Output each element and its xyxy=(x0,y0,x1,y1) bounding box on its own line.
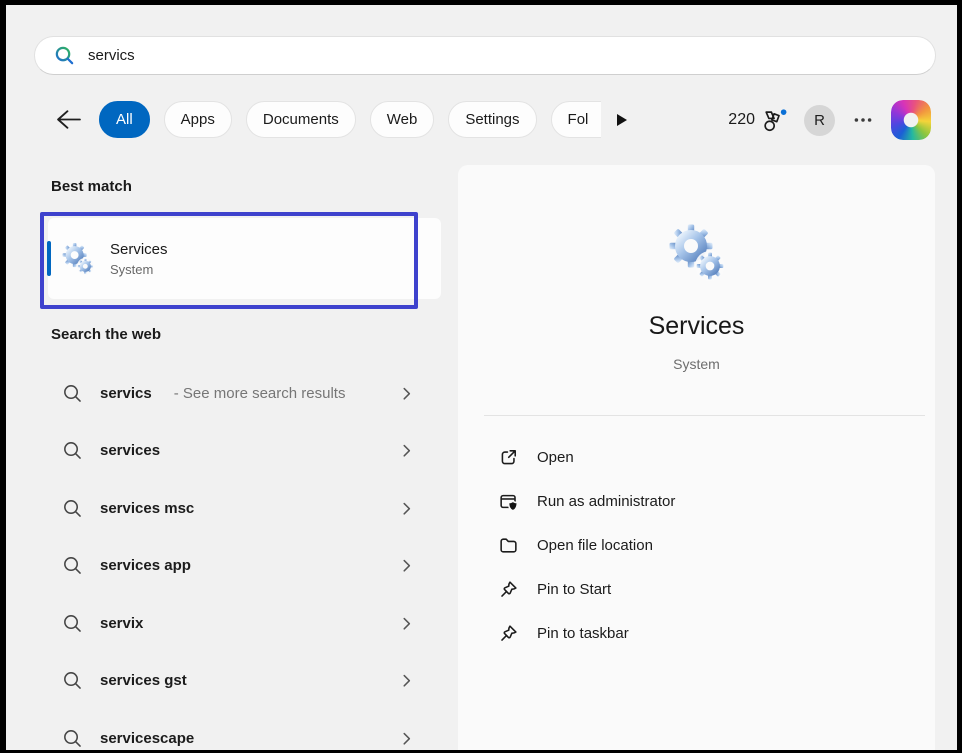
open-icon xyxy=(498,447,519,468)
tab-apps[interactable]: Apps xyxy=(164,101,232,138)
more-options-icon[interactable] xyxy=(852,109,874,131)
best-match-subtitle: System xyxy=(110,262,168,277)
action-pin-to-taskbar[interactable]: Pin to taskbar xyxy=(484,611,914,655)
web-suggestion-list: servics - See more search results servic… xyxy=(50,369,418,750)
web-suggestion-row[interactable]: servicescape xyxy=(50,714,418,750)
web-suggestion-row[interactable]: services app xyxy=(50,542,418,590)
account-avatar[interactable]: R xyxy=(804,105,835,136)
search-outline-icon xyxy=(62,728,83,749)
copilot-icon[interactable] xyxy=(891,100,931,140)
tab-documents[interactable]: Documents xyxy=(246,101,356,138)
chevron-right-icon xyxy=(397,614,416,633)
filter-bar: All Apps Documents Web Settings Fol xyxy=(55,101,629,138)
search-query-text: servics xyxy=(88,47,135,64)
search-outline-icon xyxy=(62,383,83,404)
back-arrow-icon xyxy=(55,108,82,131)
services-gears-icon-large xyxy=(665,221,729,285)
tab-settings[interactable]: Settings xyxy=(448,101,536,138)
web-suggestion-row[interactable]: services gst xyxy=(50,657,418,705)
search-outline-icon xyxy=(62,555,83,576)
admin-shield-icon xyxy=(498,491,519,512)
action-open-file-location[interactable]: Open file location xyxy=(484,523,914,567)
search-outline-icon xyxy=(62,670,83,691)
search-outline-icon xyxy=(62,440,83,461)
selection-accent-bar xyxy=(47,241,51,276)
avatar-initial: R xyxy=(814,112,825,129)
search-icon xyxy=(54,45,75,66)
tab-web[interactable]: Web xyxy=(370,101,435,138)
chevron-right-icon xyxy=(397,556,416,575)
web-suggestion-row[interactable]: services msc xyxy=(50,484,418,532)
play-triangle-icon xyxy=(615,112,629,128)
chevron-right-icon xyxy=(397,384,416,403)
search-input[interactable]: servics xyxy=(34,36,936,75)
best-match-title: Services xyxy=(110,241,168,258)
detail-subtitle: System xyxy=(458,356,935,372)
windows-search-window: servics All Apps Documents Web Settings … xyxy=(0,0,962,753)
scroll-tabs-right-button[interactable] xyxy=(615,112,629,128)
notification-dot xyxy=(781,109,787,115)
action-run-as-administrator[interactable]: Run as administrator xyxy=(484,479,914,523)
result-detail-panel: Services System Open xyxy=(458,165,935,750)
chevron-right-icon xyxy=(397,499,416,518)
action-list: Open Run as administrator Open fi xyxy=(484,435,914,655)
chevron-right-icon xyxy=(397,671,416,690)
divider xyxy=(484,415,925,416)
web-suggestion-row[interactable]: services xyxy=(50,427,418,475)
best-match-item[interactable]: Services System xyxy=(48,218,441,299)
rewards-points: 220 xyxy=(728,111,755,129)
best-match-heading: Best match xyxy=(51,178,132,195)
back-button[interactable] xyxy=(55,108,82,131)
search-flyout: servics All Apps Documents Web Settings … xyxy=(6,5,957,750)
tab-folders-truncated[interactable]: Fol xyxy=(551,101,601,138)
rewards-button[interactable]: 220 xyxy=(728,108,787,132)
rewards-medal-icon xyxy=(760,108,787,132)
chevron-right-icon xyxy=(397,441,416,460)
action-pin-to-start[interactable]: Pin to Start xyxy=(484,567,914,611)
search-outline-icon xyxy=(62,498,83,519)
detail-title: Services xyxy=(458,312,935,341)
web-suggestion-row[interactable]: servix xyxy=(50,599,418,647)
chevron-right-icon xyxy=(397,729,416,748)
search-outline-icon xyxy=(62,613,83,634)
pin-icon xyxy=(498,623,519,644)
tab-all[interactable]: All xyxy=(99,101,150,138)
search-web-heading: Search the web xyxy=(51,326,161,343)
folder-icon xyxy=(498,535,519,556)
filter-tabs: All Apps Documents Web Settings Fol xyxy=(99,101,601,138)
toolbar-cluster: 220 R xyxy=(728,101,931,139)
web-suggestion-row[interactable]: servics - See more search results xyxy=(50,369,418,417)
pin-icon xyxy=(498,579,519,600)
action-open[interactable]: Open xyxy=(484,435,914,479)
services-gears-icon xyxy=(60,241,96,277)
